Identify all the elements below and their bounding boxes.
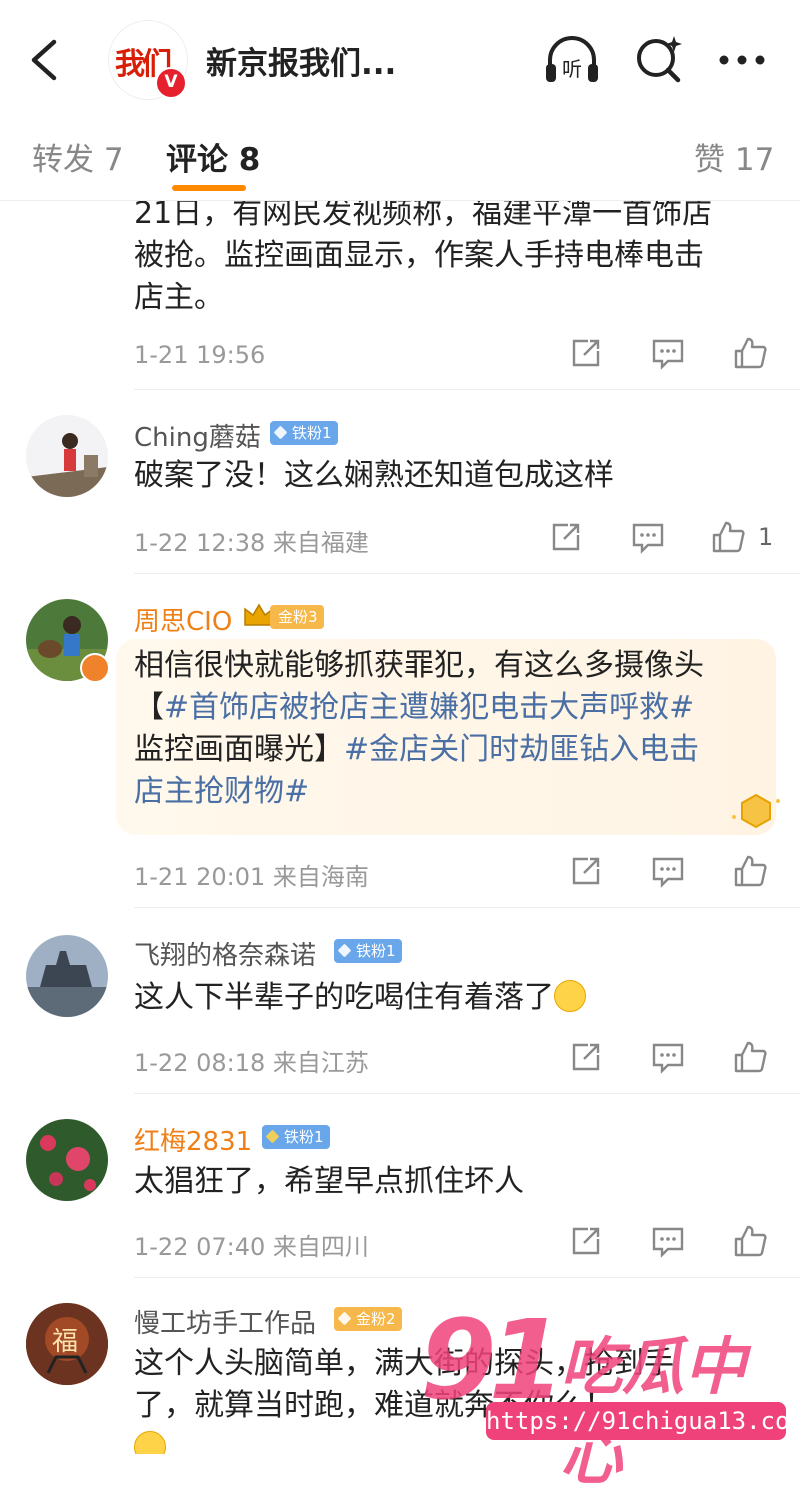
post-text-line: 被抢。监控画面显示，作案人手持电棒电击	[134, 238, 704, 273]
fan-badge: 金粉3	[270, 605, 324, 629]
like-count: 1	[758, 523, 774, 551]
avatar-image	[26, 935, 108, 1017]
comment-author[interactable]: Ching蘑菇	[134, 417, 261, 454]
gold-badge-icon	[732, 793, 780, 829]
fan-badge: 铁粉1	[262, 1125, 330, 1149]
diamond-icon	[337, 1311, 352, 1326]
tab-bar: 转发 7 评论 8 赞 17	[0, 112, 800, 201]
back-arrow-icon[interactable]	[22, 30, 66, 90]
divider	[134, 1277, 800, 1278]
like-icon[interactable]	[732, 1039, 768, 1075]
comment-icon[interactable]	[650, 335, 686, 371]
tab-repost[interactable]: 转发 7	[32, 134, 124, 179]
account-avatar[interactable]: 我们 V	[108, 20, 188, 100]
divider	[134, 907, 800, 908]
comment-time: 1-22 07:40 来自四川	[134, 1233, 369, 1261]
comment-line: 监控画面曝光】#金店关门时劫匪钻入电击	[134, 732, 700, 767]
crown-small-icon	[265, 1129, 280, 1144]
comment-text: 这人下半辈子的吃喝住有着落了	[134, 977, 764, 1019]
hashtag-link[interactable]: #首饰店被抢店主遭嫌犯电击大声呼救#	[164, 690, 694, 725]
avatar[interactable]: 福	[26, 1303, 108, 1385]
divider	[134, 573, 800, 574]
comment-author[interactable]: 周思CIO	[134, 601, 232, 638]
comment-text: 破案了没！这么娴熟还知道包成这样	[134, 458, 614, 493]
active-tab-indicator	[172, 185, 246, 191]
avatar-image	[26, 1119, 108, 1201]
avatar-text: 福	[52, 1327, 79, 1357]
avatar[interactable]	[26, 935, 108, 1017]
listen-headphone-icon[interactable]: 听	[542, 30, 602, 90]
comment-author[interactable]: 慢工坊手工作品	[134, 1303, 316, 1340]
verified-badge: V	[155, 67, 187, 99]
smile-emoji-icon	[554, 980, 586, 1012]
comment-author[interactable]: 红梅2831	[134, 1121, 252, 1158]
like-icon[interactable]	[732, 1223, 768, 1259]
verified-badge	[80, 653, 110, 683]
post-text: 21日，有网民发视频称，福建平潭一首饰店 被抢。监控画面显示，作案人手持电棒电击…	[134, 201, 764, 319]
comment-icon[interactable]	[650, 1039, 686, 1075]
like-icon[interactable]	[710, 519, 746, 555]
avatar[interactable]	[26, 415, 108, 497]
diamond-icon	[273, 425, 288, 440]
avatar-image	[26, 415, 108, 497]
share-icon[interactable]	[568, 1039, 604, 1075]
tab-likes[interactable]: 赞 17	[694, 134, 774, 179]
divider	[134, 389, 800, 390]
share-icon[interactable]	[548, 519, 584, 555]
comment-line: 【#首饰店被抢店主遭嫌犯电击大声呼救#	[134, 690, 695, 725]
diamond-icon	[337, 943, 352, 958]
hashtag-link[interactable]: 店主抢财物#	[134, 774, 309, 809]
comment-time: 1-22 12:38 来自福建	[134, 529, 369, 557]
comment-line: 相信很快就能够抓获罪犯，有这么多摄像头	[134, 648, 704, 683]
watermark-url: https://91chigua13.com	[486, 1402, 800, 1440]
grin-emoji-icon	[134, 1431, 166, 1454]
share-icon[interactable]	[568, 853, 604, 889]
comment-text: 太猖狂了，希望早点抓住坏人	[134, 1164, 524, 1199]
comment-time: 1-22 08:18 来自江苏	[134, 1049, 369, 1077]
comment-time: 1-21 20:01 来自海南	[134, 863, 369, 891]
tab-comments[interactable]: 评论 8	[166, 134, 260, 179]
top-bar: 我们 V 新京报我们... 听	[0, 0, 800, 112]
more-icon[interactable]	[712, 30, 772, 90]
comment-list: 21日，有网民发视频称，福建平潭一首饰店 被抢。监控画面显示，作案人手持电棒电击…	[0, 201, 800, 1454]
fan-badge: 金粉2	[334, 1307, 402, 1331]
account-title[interactable]: 新京报我们...	[206, 38, 396, 83]
comment-icon[interactable]	[650, 1223, 686, 1259]
post-time: 1-21 19:56	[134, 341, 266, 369]
fan-badge: 铁粉1	[270, 421, 338, 445]
search-icon[interactable]	[630, 30, 690, 90]
watermark: 91 吃瓜中心 https://91chigua13.com	[420, 1296, 800, 1493]
comment-icon[interactable]	[630, 519, 666, 555]
share-icon[interactable]	[568, 1223, 604, 1259]
avatar[interactable]	[26, 1119, 108, 1201]
comment-line: 店主抢财物#	[134, 771, 764, 813]
svg-text:听: 听	[562, 57, 582, 81]
hashtag-link[interactable]: #金店关门时劫匪钻入电击	[344, 732, 699, 767]
share-icon[interactable]	[568, 335, 604, 371]
like-icon[interactable]	[732, 853, 768, 889]
comment-icon[interactable]	[650, 853, 686, 889]
post-text-line: 店主。	[134, 280, 224, 315]
like-icon[interactable]	[732, 335, 768, 371]
post-text-line: 21日，有网民发视频称，福建平潭一首饰店	[134, 201, 713, 231]
fan-badge: 铁粉1	[334, 939, 402, 963]
comment-author[interactable]: 飞翔的格奈森诺	[134, 935, 316, 972]
divider	[134, 1093, 800, 1094]
comment-text: 相信很快就能够抓获罪犯，有这么多摄像头 【#首饰店被抢店主遭嫌犯电击大声呼救# …	[134, 645, 764, 813]
